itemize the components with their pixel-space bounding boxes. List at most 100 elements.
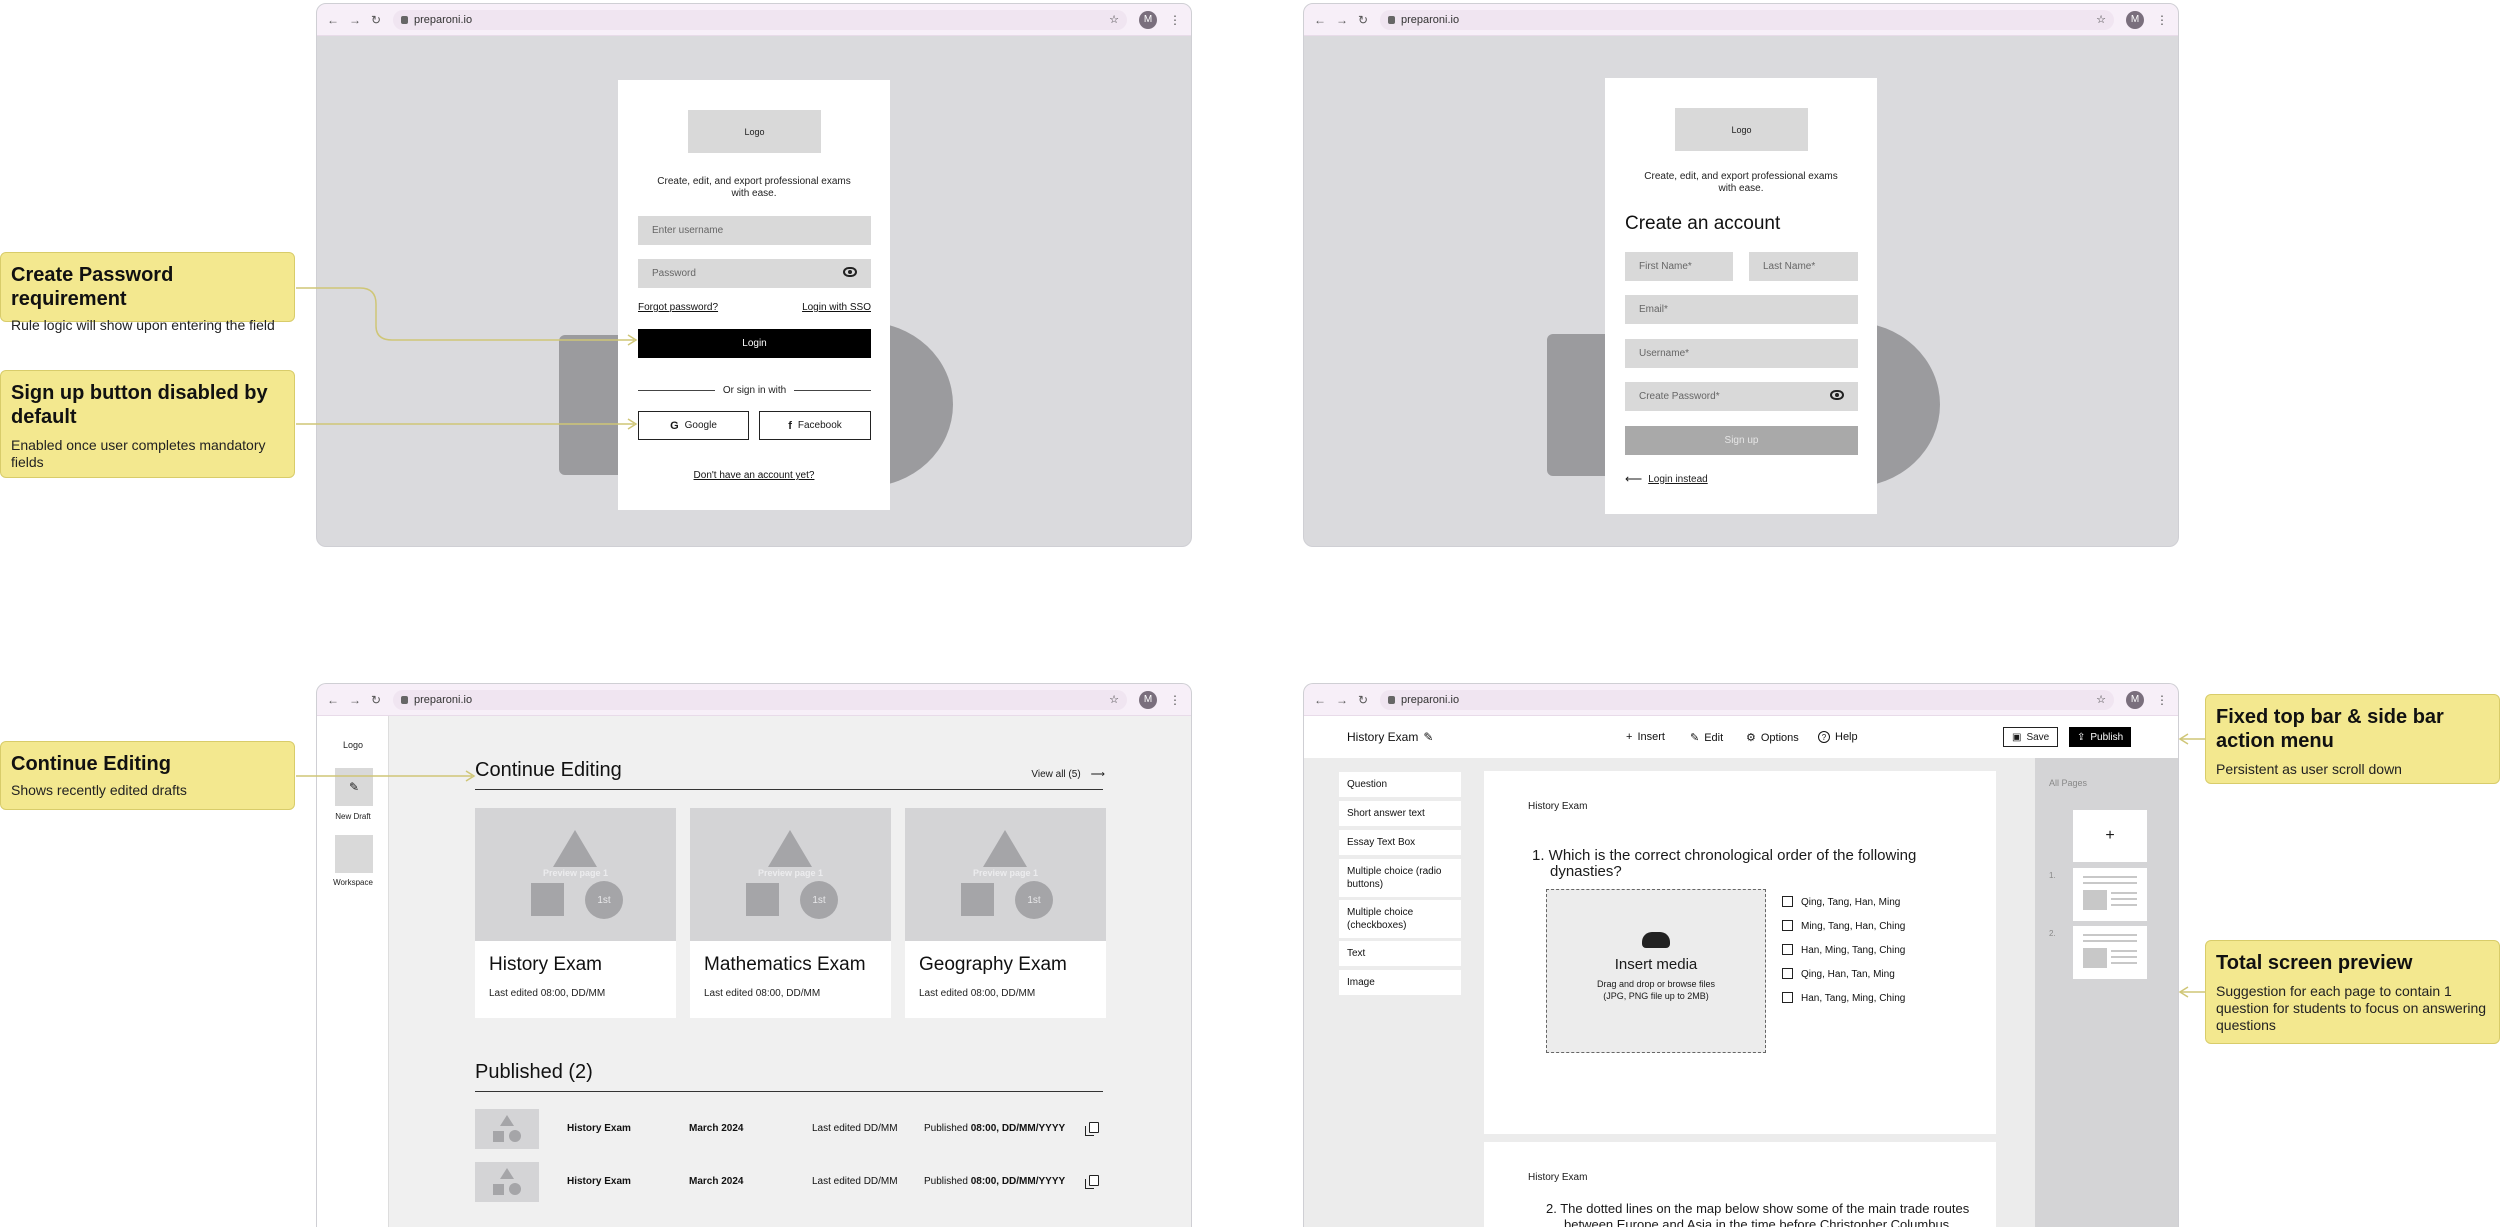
copy-icon[interactable]	[1085, 1175, 1099, 1189]
qtype-essay[interactable]: Essay Text Box	[1339, 830, 1461, 855]
help-menu[interactable]: ? Help	[1818, 731, 1858, 743]
answer-option[interactable]: Ming, Tang, Han, Ching	[1782, 920, 1905, 932]
more-menu-icon[interactable]: ⋮	[2156, 13, 2168, 27]
url-text: preparoni.io	[414, 13, 473, 26]
star-icon[interactable]: ☆	[2096, 13, 2106, 26]
insert-media-dropzone[interactable]: Insert media Drag and drop or browse fil…	[1546, 889, 1766, 1053]
forward-arrow-icon[interactable]: →	[349, 13, 361, 27]
page-thumbnail-1[interactable]	[2073, 868, 2147, 921]
options-menu[interactable]: ⚙ Options	[1746, 731, 1799, 745]
browser-toolbar: ← → ↻ preparoni.io ☆ M ⋮	[1304, 4, 2178, 36]
reload-icon[interactable]: ↻	[371, 13, 381, 27]
published-row[interactable]: History Exam March 2024 Last edited DD/M…	[475, 1109, 1103, 1149]
checkbox[interactable]	[1782, 920, 1793, 931]
media-title: Insert media	[1614, 956, 1698, 973]
avatar[interactable]: M	[2126, 690, 2144, 709]
arrow-right-icon: ⟶	[1090, 769, 1105, 780]
username-input[interactable]: Enter username	[638, 216, 871, 245]
first-name-input[interactable]: First Name*	[1625, 252, 1733, 281]
draft-card[interactable]: Preview page 1 1st Mathematics Exam Last…	[690, 808, 891, 1018]
qtype-question[interactable]: Question	[1339, 772, 1461, 797]
question-2[interactable]: 2. The dotted lines on the map below sho…	[1546, 1201, 1971, 1227]
star-icon[interactable]: ☆	[1109, 13, 1119, 26]
eye-icon[interactable]	[1830, 390, 1844, 400]
back-arrow-icon[interactable]: ←	[327, 13, 339, 27]
google-button[interactable]: G Google	[638, 411, 749, 440]
doc-title[interactable]: History Exam ✎	[1347, 730, 1433, 744]
reload-icon[interactable]: ↻	[1358, 13, 1368, 27]
save-button[interactable]: ▣ Save	[2003, 727, 2059, 747]
qtype-text[interactable]: Text	[1339, 941, 1461, 966]
more-menu-icon[interactable]: ⋮	[1169, 693, 1181, 707]
avatar[interactable]: M	[1139, 10, 1157, 29]
editor-top-bar: History Exam ✎ + Insert ✎ Edit ⚙ Options ? H…	[1304, 716, 2178, 758]
new-draft-button[interactable]: ✎	[335, 768, 373, 806]
row-published: Published 08:00, DD/MM/YYYY	[924, 1176, 1066, 1187]
qtype-checkbox[interactable]: Multiple choice (checkboxes)	[1339, 900, 1461, 938]
google-label: Google	[684, 420, 717, 431]
draft-card[interactable]: Preview page 1 1st Geography Exam Last e…	[905, 808, 1106, 1018]
answer-option[interactable]: Han, Tang, Ming, Ching	[1782, 992, 1905, 1004]
avatar[interactable]: M	[2126, 10, 2144, 29]
qtype-image[interactable]: Image	[1339, 970, 1461, 995]
view-all-link[interactable]: View all (5) ⟶	[1031, 769, 1105, 780]
reload-icon[interactable]: ↻	[371, 693, 381, 707]
card-meta: Last edited 08:00, DD/MM	[489, 988, 606, 999]
star-icon[interactable]: ☆	[2096, 693, 2106, 706]
forward-arrow-icon[interactable]: →	[1336, 693, 1348, 707]
divider	[475, 1091, 1103, 1092]
more-menu-icon[interactable]: ⋮	[1169, 13, 1181, 27]
back-arrow-icon[interactable]: ←	[327, 693, 339, 707]
checkbox[interactable]	[1782, 896, 1793, 907]
workspace-button[interactable]	[335, 835, 373, 873]
address-bar[interactable]: preparoni.io ☆	[1380, 689, 2114, 710]
copy-icon[interactable]	[1085, 1122, 1099, 1136]
forgot-password-link[interactable]: Forgot password?	[638, 302, 718, 313]
sso-link[interactable]: Login with SSO	[802, 302, 871, 313]
continue-heading: Continue Editing	[475, 759, 622, 781]
reload-icon[interactable]: ↻	[1358, 693, 1368, 707]
back-arrow-icon[interactable]: ←	[1314, 13, 1326, 27]
add-page-button[interactable]: +	[2073, 810, 2147, 862]
address-bar[interactable]: preparoni.io ☆	[1380, 9, 2114, 30]
avatar[interactable]: M	[1139, 690, 1157, 709]
login-instead-link[interactable]: ⟵ Login instead	[1625, 472, 1708, 486]
exam-page-1[interactable]: History Exam 1. Which is the correct chr…	[1484, 771, 1996, 1134]
draft-card[interactable]: Preview page 1 1st History Exam Last edi…	[475, 808, 676, 1018]
forward-arrow-icon[interactable]: →	[1336, 13, 1348, 27]
signup-link[interactable]: Don't have an account yet?	[618, 470, 890, 481]
edit-menu[interactable]: ✎ Edit	[1690, 731, 1723, 745]
published-row[interactable]: History Exam March 2024 Last edited DD/M…	[475, 1162, 1103, 1202]
publish-button[interactable]: ⇪ Publish	[2069, 727, 2132, 747]
answer-option[interactable]: Han, Ming, Tang, Ching	[1782, 944, 1905, 956]
address-bar[interactable]: preparoni.io ☆	[393, 689, 1127, 710]
card-title: Geography Exam	[919, 954, 1067, 975]
last-name-input[interactable]: Last Name*	[1749, 252, 1858, 281]
exam-page-2[interactable]: History Exam 2. The dotted lines on the …	[1484, 1142, 1996, 1227]
signup-button[interactable]: Sign up	[1625, 426, 1858, 455]
page-thumbnail-2[interactable]	[2073, 926, 2147, 979]
address-bar[interactable]: preparoni.io ☆	[393, 9, 1127, 30]
answer-option[interactable]: Qing, Tang, Han, Ming	[1782, 896, 1900, 908]
create-password-input[interactable]: Create Password*	[1625, 382, 1858, 411]
question-1[interactable]: 1. Which is the correct chronological or…	[1532, 848, 1922, 880]
checkbox[interactable]	[1782, 968, 1793, 979]
more-menu-icon[interactable]: ⋮	[2156, 693, 2168, 707]
facebook-button[interactable]: f Facebook	[759, 411, 871, 440]
username-input[interactable]: Username*	[1625, 339, 1858, 368]
login-button[interactable]: Login	[638, 329, 871, 358]
lock-icon	[1388, 695, 1395, 704]
email-input[interactable]: Email*	[1625, 295, 1858, 324]
qtype-short-answer[interactable]: Short answer text	[1339, 801, 1461, 826]
insert-menu[interactable]: + Insert	[1626, 731, 1665, 743]
checkbox[interactable]	[1782, 944, 1793, 955]
star-icon[interactable]: ☆	[1109, 693, 1119, 706]
back-arrow-icon[interactable]: ←	[1314, 693, 1326, 707]
pencil-icon[interactable]: ✎	[1423, 730, 1433, 744]
qtype-radio[interactable]: Multiple choice (radio buttons)	[1339, 859, 1461, 897]
checkbox[interactable]	[1782, 992, 1793, 1003]
eye-icon[interactable]	[843, 267, 857, 277]
answer-option[interactable]: Qing, Han, Tan, Ming	[1782, 968, 1895, 980]
forward-arrow-icon[interactable]: →	[349, 693, 361, 707]
password-input[interactable]: Password	[638, 259, 871, 288]
